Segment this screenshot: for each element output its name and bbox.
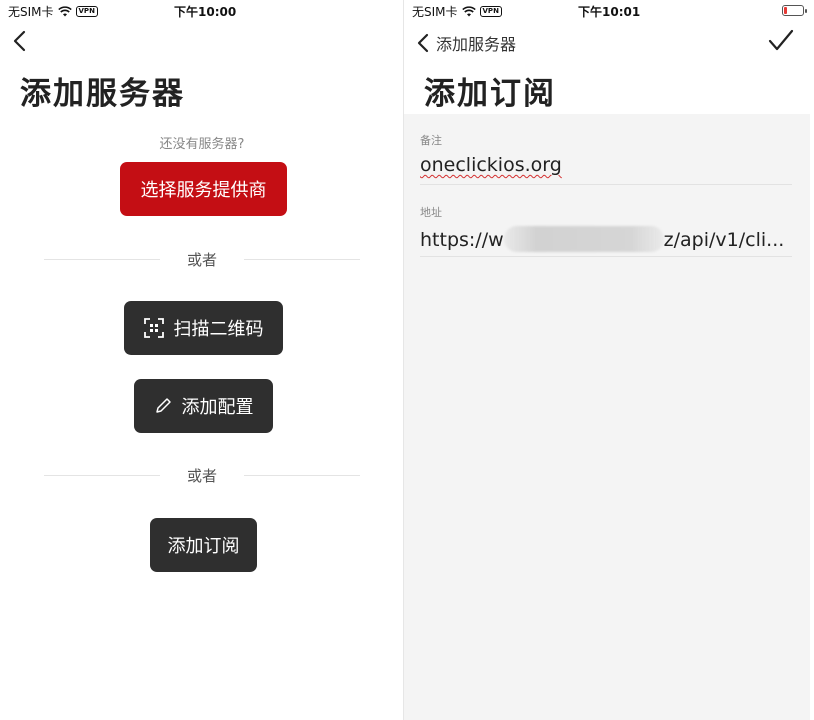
choose-provider-label: 选择服务提供商 xyxy=(140,180,267,201)
address-prefix: https://w xyxy=(420,229,504,251)
scan-qr-button[interactable]: 扫描二维码 xyxy=(124,301,283,355)
note-label: 备注 xyxy=(420,134,442,147)
choose-provider-button[interactable]: 选择服务提供商 xyxy=(120,162,287,216)
wifi-icon xyxy=(461,6,476,17)
redacted-blur xyxy=(503,226,664,252)
divider-line xyxy=(244,475,360,476)
or-divider: 或者 xyxy=(44,465,360,485)
qr-scan-icon xyxy=(143,318,164,338)
status-time: 下午10:00 xyxy=(174,5,237,19)
add-subscription-button[interactable]: 添加订阅 xyxy=(150,518,257,572)
add-server-screen: 无SIM卡 VPN 下午10:00 添加服务器 还没有服务器? 选择服务提供商 … xyxy=(0,0,404,720)
page-title: 添加服务器 xyxy=(20,76,185,112)
back-button[interactable]: 添加服务器 xyxy=(416,31,516,55)
wifi-icon xyxy=(57,6,72,17)
checkmark-icon[interactable] xyxy=(768,29,794,53)
status-bar: 无SIM卡 VPN 下午10:01 xyxy=(404,0,814,22)
field-divider xyxy=(420,256,792,257)
pencil-icon xyxy=(155,398,171,413)
back-label: 添加服务器 xyxy=(436,35,517,54)
vpn-badge: VPN xyxy=(479,6,502,17)
subscription-form: 备注 oneclickios.org 地址 https://w z/api/v1/… xyxy=(404,114,810,720)
scan-qr-label: 扫描二维码 xyxy=(173,319,264,340)
divider-line xyxy=(244,259,360,260)
status-time: 下午10:01 xyxy=(578,5,641,19)
back-chevron-icon[interactable] xyxy=(12,30,28,52)
battery-icon xyxy=(782,5,807,16)
add-subscription-label: 添加订阅 xyxy=(167,536,240,557)
add-subscription-screen: 无SIM卡 VPN 下午10:01 添加服务器 添加订阅 备注 oneclick… xyxy=(404,0,814,720)
field-divider xyxy=(420,184,792,185)
no-server-hint: 还没有服务器? xyxy=(159,137,245,152)
back-chevron-icon xyxy=(417,33,429,53)
address-field[interactable]: https://w z/api/v1/cli... xyxy=(420,226,784,252)
add-config-button[interactable]: 添加配置 xyxy=(134,379,273,433)
or-divider: 或者 xyxy=(44,249,360,269)
address-suffix: z/api/v1/cli... xyxy=(663,229,785,251)
page-title: 添加订阅 xyxy=(424,76,556,112)
carrier-info: 无SIM卡 VPN xyxy=(412,3,502,20)
carrier-label: 无SIM卡 xyxy=(412,5,458,19)
carrier-info: 无SIM卡 VPN xyxy=(8,3,98,20)
vpn-badge: VPN xyxy=(75,6,98,17)
add-config-label: 添加配置 xyxy=(181,397,254,418)
note-field[interactable]: oneclickios.org xyxy=(420,154,562,176)
address-label: 地址 xyxy=(420,206,442,219)
status-bar: 无SIM卡 VPN 下午10:00 xyxy=(0,0,403,22)
carrier-label: 无SIM卡 xyxy=(8,5,54,19)
